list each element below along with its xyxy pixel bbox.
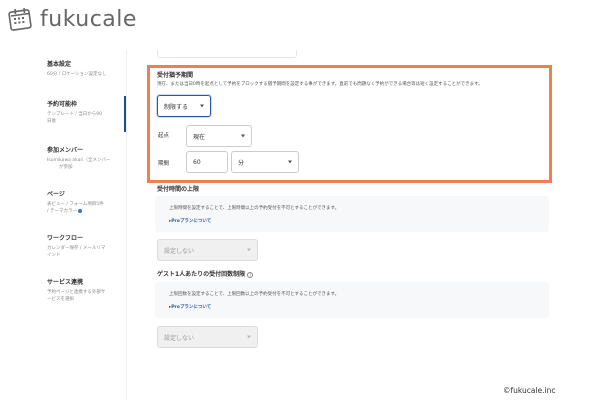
settings-main: 受付猶予期間 現在、または当日0時を起点として予約をブロックする猶予期間を設定す… <box>137 50 557 400</box>
sidebar-item-summary: 日後 <box>47 119 56 124</box>
highlight-frame <box>147 65 552 183</box>
sidebar-item-summary: テンプレート / 当日から90 <box>47 112 102 117</box>
chevron-down-icon <box>247 248 251 252</box>
acceptance-cap-info: 上限時間を設定することで、上限時間以上の予約受付を不可とすることができます。 <box>169 206 340 211</box>
sidebar-item-summary: 表ビュー / フォーム項目5件 <box>47 202 104 207</box>
sidebar-item-label: 基本設定 <box>47 61 72 68</box>
sidebar-item-workflow[interactable]: ワークフロー カレンダー保存 / メールリマ インド <box>0 234 128 259</box>
sidebar-active-indicator <box>124 96 126 132</box>
settings-sidebar: 基本設定 60分 / ロケーション設定なし 予約可能枠 テンプレート / 当日か… <box>0 52 128 400</box>
help-icon[interactable]: ? <box>247 271 254 278</box>
sidebar-item-availability[interactable]: 予約可能枠 テンプレート / 当日から90 日後 <box>0 100 128 125</box>
acceptance-cap-info-box: 上限時間を設定することで、上限時間以上の予約受付を不可とすることができます。 ▸… <box>155 196 549 232</box>
sidebar-item-summary-text: / テーマカラー <box>47 209 77 214</box>
sidebar-item-label: 予約可能枠 <box>47 101 78 108</box>
sidebar-item-summary: / テーマカラー <box>47 208 128 215</box>
acceptance-cap-select[interactable]: 設定しない <box>157 239 258 261</box>
sidebar-item-members[interactable]: 参加メンバー Isumikawa akari（全メンバー が参加 <box>0 146 128 171</box>
sidebar-item-label: ワークフロー <box>47 235 84 242</box>
sidebar-item-summary: ービスを選択 <box>47 297 74 302</box>
guest-limit-select[interactable]: 設定しない <box>157 326 258 348</box>
guest-limit-label: ゲスト1人あたりの受付回数制限? <box>157 269 254 278</box>
sidebar-item-summary: カレンダー保存 / メールリマ <box>47 246 106 251</box>
guest-limit-info-box: 上限回数を設定することで、上限回数以上の予約受付を不可とすることができます。 ▸… <box>155 282 549 318</box>
sidebar-item-basic[interactable]: 基本設定 60分 / ロケーション設定なし <box>0 60 128 78</box>
guest-limit-label-text: ゲスト1人あたりの受付回数制限 <box>157 271 246 278</box>
sidebar-divider <box>126 50 127 400</box>
logo-text: fukucale <box>40 6 137 32</box>
sidebar-item-page[interactable]: ページ 表ビュー / フォーム項目5件 / テーマカラー <box>0 190 128 215</box>
calendar-logo-icon <box>8 7 32 31</box>
sidebar-item-label: サービス連携 <box>47 279 84 286</box>
guest-limit-info: 上限回数を設定することで、上限回数以上の予約受付を不可とすることができます。 <box>169 292 340 297</box>
acceptance-cap-select-value: 設定しない <box>164 247 195 255</box>
previous-field-edge <box>157 50 297 58</box>
chevron-down-icon <box>247 335 251 339</box>
sidebar-item-label: ページ <box>47 191 65 198</box>
theme-color-dot <box>77 208 82 213</box>
pro-plan-link[interactable]: ▸Proプランについて <box>169 304 211 310</box>
copyright-text: ©fukucale.inc <box>503 386 556 395</box>
sidebar-item-label: 参加メンバー <box>47 147 84 154</box>
sidebar-item-summary: 予約ページと連携する外部サ <box>47 290 106 295</box>
guest-limit-select-value: 設定しない <box>164 334 195 342</box>
sidebar-item-summary: Isumikawa akari（全メンバー <box>47 158 111 163</box>
acceptance-cap-label: 受付時間の上限 <box>157 186 200 193</box>
sidebar-item-summary: が参加 <box>59 165 73 170</box>
sidebar-item-summary: インド <box>47 253 61 258</box>
sidebar-item-summary: 60分 / ロケーション設定なし <box>47 72 107 77</box>
sidebar-item-integrations[interactable]: サービス連携 予約ページと連携する外部サ ービスを選択 <box>0 278 128 303</box>
pro-plan-link[interactable]: ▸Proプランについて <box>169 218 211 224</box>
app-logo: fukucale <box>8 6 137 32</box>
